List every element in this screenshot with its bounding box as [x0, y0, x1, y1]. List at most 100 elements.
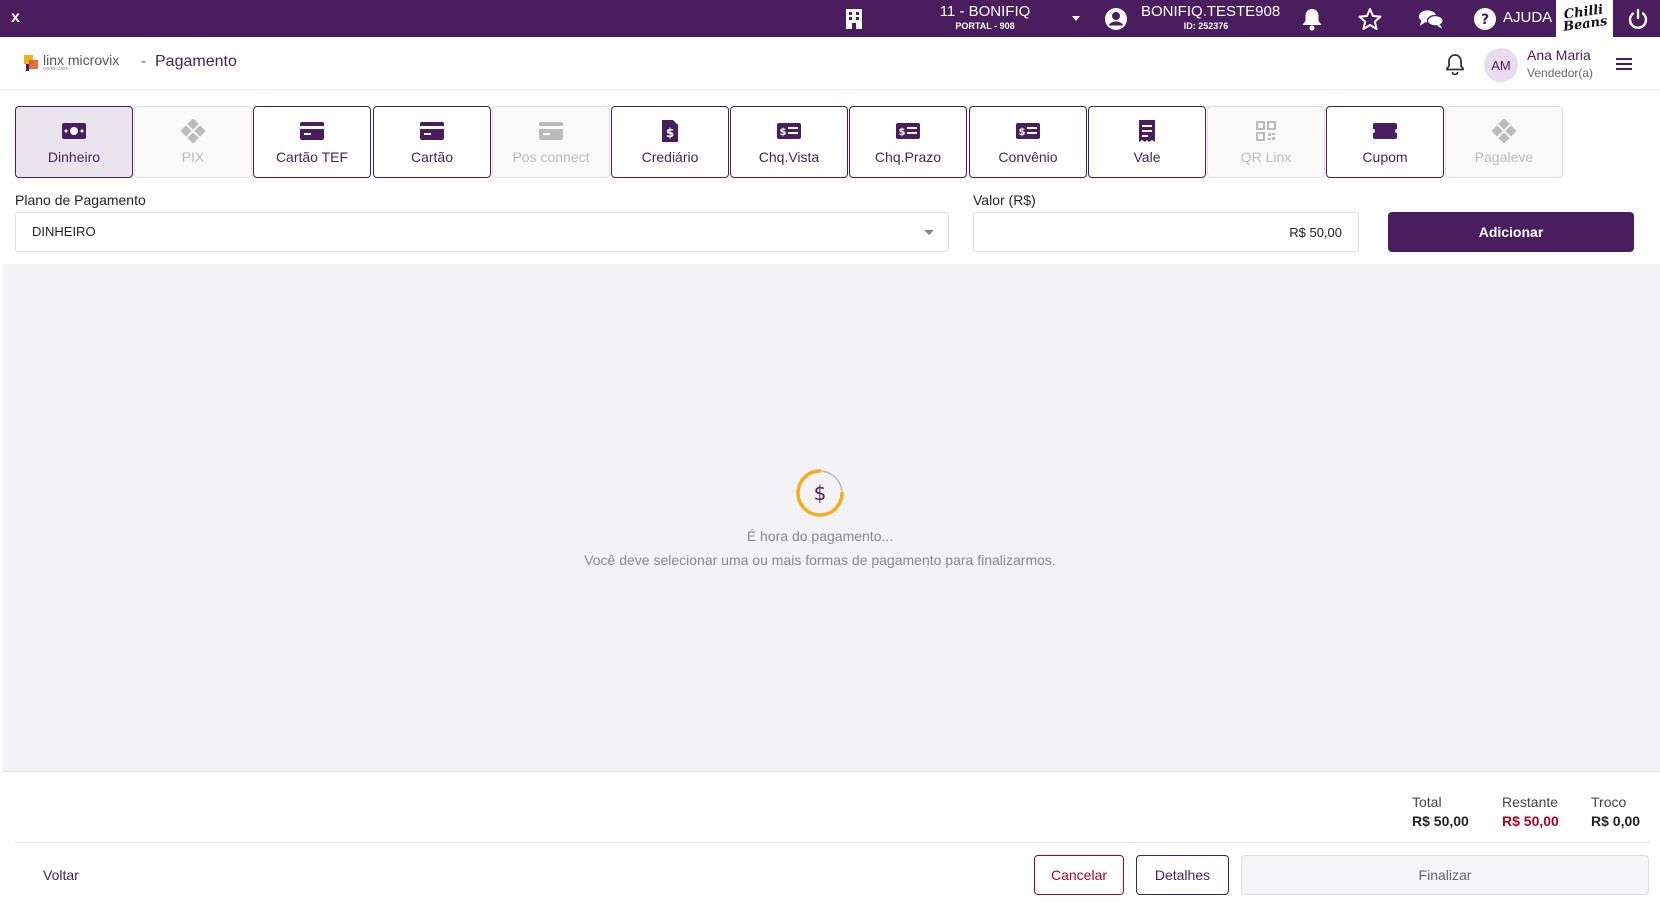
- help-label[interactable]: AJUDA: [1503, 9, 1552, 26]
- value-label: Valor (R$): [973, 192, 1036, 208]
- payment-method-label: Pos connect: [512, 148, 590, 165]
- payment-method-label: PIX: [181, 148, 205, 165]
- payment-method-label: Chq.Vista: [758, 148, 820, 165]
- total-label: Total: [1412, 794, 1442, 810]
- ticket-icon: [1372, 120, 1398, 142]
- payment-method-cupom-button[interactable]: Cupom: [1326, 106, 1444, 178]
- svg-text:?: ?: [1481, 12, 1489, 28]
- star-icon[interactable]: [1357, 6, 1383, 32]
- credit-card-icon: [419, 120, 445, 142]
- page-title: Pagamento: [155, 53, 237, 70]
- user-account[interactable]: BONIFIQ.TESTE908 ID: 252376: [1141, 3, 1281, 32]
- change-summary: Troco R$ 0,00: [1591, 794, 1640, 829]
- total-summary: Total R$ 50,00: [1412, 794, 1469, 829]
- qr-code-icon: [1253, 120, 1279, 142]
- pix-icon: [1491, 118, 1517, 143]
- bell-icon[interactable]: [1299, 6, 1325, 32]
- avatar[interactable]: AM: [1484, 48, 1518, 82]
- details-button[interactable]: Detalhes: [1136, 855, 1229, 895]
- chevron-down-icon[interactable]: [924, 230, 934, 235]
- cancel-button[interactable]: Cancelar: [1034, 855, 1124, 895]
- linx-wordmark: linx microvix world-class: [43, 53, 119, 72]
- payments-list-area: $ É hora do pagamento... Você deve selec…: [3, 264, 1660, 772]
- svg-text:$: $: [814, 481, 827, 505]
- plan-label: Plano de Pagamento: [15, 192, 146, 208]
- user-login: BONIFIQ.TESTE908: [1141, 3, 1281, 20]
- credit-card-icon: [538, 120, 564, 142]
- payment-method-pos-connect-button: Pos connect: [492, 106, 610, 178]
- payment-method-chq-prazo-button[interactable]: $ Chq.Prazo: [849, 106, 967, 178]
- power-icon[interactable]: [1625, 6, 1651, 32]
- payment-method-label: Convênio: [998, 148, 1058, 165]
- payment-method-qr-linx-button: QR Linx: [1207, 106, 1325, 178]
- brand-logo: Chilli Beans: [1556, 0, 1613, 37]
- user-id: ID: 252376: [1183, 21, 1229, 31]
- payment-method-pagaleve-button: Pagaleve: [1445, 106, 1563, 178]
- total-value: R$ 50,00: [1412, 813, 1469, 829]
- brand-logo-text: Chilli Beans: [1562, 1, 1609, 35]
- cash-icon: [61, 120, 87, 142]
- payment-method-label: QR Linx: [1240, 148, 1292, 165]
- finish-button[interactable]: Finalizar: [1241, 855, 1649, 895]
- help-icon[interactable]: ?: [1472, 6, 1498, 32]
- chevron-down-icon[interactable]: [1072, 16, 1080, 21]
- remaining-label: Restante: [1502, 794, 1559, 810]
- payment-method-convenio-button[interactable]: $ Convênio: [969, 106, 1087, 178]
- empty-state-title: É hora do pagamento...: [746, 528, 894, 544]
- change-label: Troco: [1591, 794, 1627, 810]
- change-value: R$ 0,00: [1591, 813, 1641, 829]
- store-selector[interactable]: 11 - BONIFIQ PORTAL - 908: [905, 3, 1065, 32]
- dollar-spinner-icon: $: [795, 468, 845, 523]
- empty-state-subtitle: Você deve selecionar uma ou mais formas …: [584, 552, 1056, 568]
- account-circle-icon[interactable]: [1103, 6, 1129, 32]
- svg-text:$: $: [666, 126, 674, 140]
- check-money-icon: $: [895, 120, 921, 142]
- payment-method-label: Vale: [1133, 148, 1161, 165]
- title-separator: -: [141, 53, 146, 70]
- svg-text:$: $: [899, 127, 906, 138]
- payment-method-chq-vista-button[interactable]: $ Chq.Vista: [730, 106, 848, 178]
- user-name: Ana Maria: [1527, 47, 1591, 63]
- payment-method-crediario-button[interactable]: $ Crediário: [611, 106, 729, 178]
- payment-method-label: Cartão TEF: [275, 148, 349, 165]
- invoice-icon: $: [657, 119, 683, 142]
- chat-icon[interactable]: [1418, 6, 1444, 32]
- payment-method-cartao-button[interactable]: Cartão: [373, 106, 491, 178]
- payment-method-label: Cartão: [410, 148, 454, 165]
- linx-logo-mark-icon: [24, 55, 38, 71]
- payment-method-label: Crediário: [641, 148, 699, 165]
- credit-card-icon: [299, 120, 325, 142]
- footer-divider: [15, 842, 1650, 843]
- payment-method-vale-button[interactable]: Vale: [1088, 106, 1206, 178]
- store-title: 11 - BONIFIQ: [939, 3, 1031, 20]
- top-bar: x 11 - BONIFIQ PORTAL - 908 BONIFIQ.TEST…: [0, 0, 1660, 37]
- value-input[interactable]: [973, 212, 1359, 252]
- building-icon[interactable]: [841, 6, 867, 32]
- remaining-value: R$ 50,00: [1502, 813, 1559, 829]
- user-role: Vendedor(a): [1527, 66, 1594, 80]
- hamburger-menu-icon[interactable]: [1616, 57, 1632, 76]
- check-money-icon: $: [1015, 120, 1041, 142]
- payment-plan-value: DINHEIRO: [32, 224, 96, 239]
- payment-method-cartao-tef-button[interactable]: Cartão TEF: [253, 106, 371, 178]
- notifications-bell-icon[interactable]: [1445, 53, 1465, 80]
- payment-method-pix-button: PIX: [134, 106, 252, 178]
- svg-text:$: $: [1019, 127, 1026, 138]
- close-icon[interactable]: x: [11, 9, 20, 27]
- payment-method-label: Chq.Prazo: [874, 148, 942, 165]
- receipt-icon: [1134, 119, 1160, 142]
- pix-icon: [180, 118, 206, 143]
- payment-method-label: Pagaleve: [1474, 148, 1534, 165]
- payment-method-dinheiro-button[interactable]: Dinheiro: [15, 106, 133, 178]
- remaining-summary: Restante R$ 50,00: [1502, 794, 1559, 829]
- svg-text:$: $: [780, 127, 787, 138]
- payment-method-label: Dinheiro: [47, 148, 101, 165]
- payment-plan-select[interactable]: DINHEIRO: [15, 212, 949, 252]
- payment-method-label: Cupom: [1362, 148, 1408, 165]
- store-subtitle: PORTAL - 908: [955, 21, 1015, 31]
- page-header: linx microvix world-class - Pagamento AM…: [0, 37, 1660, 90]
- linx-logo: linx microvix world-class: [24, 53, 119, 72]
- add-button[interactable]: Adicionar: [1388, 212, 1634, 252]
- back-link[interactable]: Voltar: [43, 867, 79, 883]
- check-money-icon: $: [776, 120, 802, 142]
